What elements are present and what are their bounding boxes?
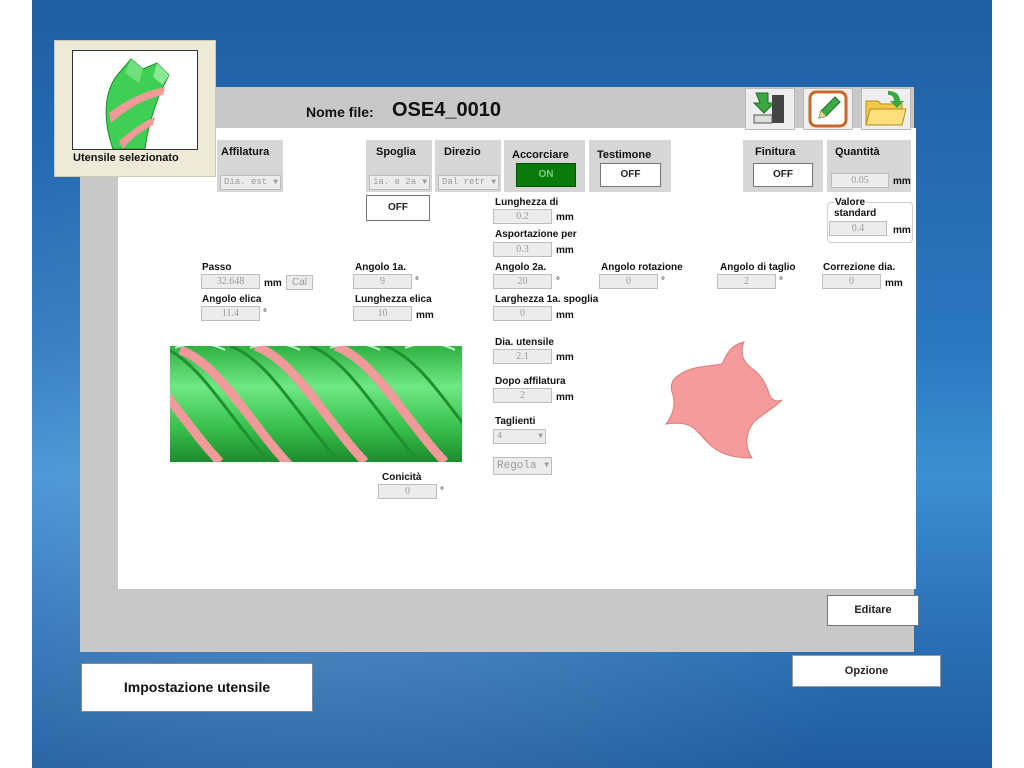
accorciare-toggle-button[interactable]: ON bbox=[516, 163, 576, 187]
lunghezza-di-unit: mm bbox=[556, 212, 574, 223]
valore-standard-input[interactable]: 0.4 bbox=[829, 221, 887, 236]
quantita-label: Quantità bbox=[835, 146, 880, 158]
taglienti-label: Taglienti bbox=[495, 416, 536, 427]
spoglia-select-value: 1a. e 2a bbox=[373, 177, 417, 187]
finitura-label: Finitura bbox=[755, 146, 796, 158]
taglienti-select[interactable]: 4 ▼ bbox=[493, 429, 546, 444]
larghezza-1a-label: Larghezza 1a. spoglia bbox=[495, 294, 599, 305]
angolo-rotazione-unit: ° bbox=[661, 276, 665, 287]
valore-standard-label-2: standard bbox=[834, 208, 877, 219]
lunghezza-elica-label: Lunghezza elica bbox=[355, 294, 432, 305]
passo-label: Passo bbox=[202, 262, 232, 273]
correzione-dia-input[interactable]: 0 bbox=[822, 274, 881, 289]
angolo-elica-input[interactable]: 11.4 bbox=[201, 306, 260, 321]
direzio-select[interactable]: Dal retr ▼ bbox=[438, 175, 499, 190]
dia-utensile-unit: mm bbox=[556, 352, 574, 363]
regola-select[interactable]: Regola ▼ bbox=[493, 457, 552, 475]
quantita-unit: mm bbox=[893, 176, 911, 187]
chevron-down-icon: ▼ bbox=[544, 461, 549, 470]
selected-tool-caption: Utensile selezionato bbox=[73, 152, 179, 164]
angolo-2a-unit: ° bbox=[556, 276, 560, 287]
angolo-1a-label: Angolo 1a. bbox=[355, 262, 407, 273]
quantita-input[interactable]: 0.05 bbox=[831, 173, 889, 188]
chevron-down-icon: ▼ bbox=[491, 178, 496, 187]
lunghezza-di-input[interactable]: 0.2 bbox=[493, 209, 552, 224]
valore-standard-label-1: Valore bbox=[834, 197, 867, 208]
larghezza-1a-unit: mm bbox=[556, 310, 574, 321]
passo-unit: mm bbox=[264, 278, 282, 289]
testimone-label: Testimone bbox=[597, 149, 652, 161]
opzione-button[interactable]: Opzione bbox=[792, 655, 941, 687]
correzione-dia-unit: mm bbox=[885, 278, 903, 289]
chevron-down-icon: ▼ bbox=[538, 432, 543, 441]
impostazione-utensile-button[interactable]: Impostazione utensile bbox=[81, 663, 313, 712]
dia-utensile-input[interactable]: 2.1 bbox=[493, 349, 552, 364]
open-folder-icon[interactable] bbox=[861, 88, 911, 130]
asportazione-input[interactable]: 0.3 bbox=[493, 242, 552, 257]
direzio-select-value: Dal retr bbox=[442, 177, 486, 187]
affilatura-label: Affilatura bbox=[221, 146, 270, 158]
tool-helix-view bbox=[170, 340, 462, 466]
asportazione-label: Asportazione per bbox=[495, 229, 577, 240]
lunghezza-elica-input[interactable]: 10 bbox=[353, 306, 412, 321]
angolo-2a-input[interactable]: 20 bbox=[493, 274, 552, 289]
spoglia-toggle-button[interactable]: OFF bbox=[366, 195, 430, 221]
angolo-1a-input[interactable]: 9 bbox=[353, 274, 412, 289]
correzione-dia-label: Correzione dia. bbox=[823, 262, 896, 273]
selected-tool-card[interactable]: Utensile selezionato bbox=[54, 40, 216, 177]
chevron-down-icon: ▼ bbox=[422, 178, 427, 187]
dopo-affilatura-input[interactable]: 2 bbox=[493, 388, 552, 403]
lunghezza-di-label: Lunghezza di bbox=[495, 197, 559, 208]
angolo-rotazione-label: Angolo rotazione bbox=[601, 262, 683, 273]
regola-select-value: Regola bbox=[497, 460, 537, 472]
angolo-taglio-input[interactable]: 2 bbox=[717, 274, 776, 289]
conicita-unit: ° bbox=[440, 486, 444, 497]
lunghezza-elica-unit: mm bbox=[416, 310, 434, 321]
angolo-elica-label: Angolo elica bbox=[202, 294, 262, 305]
dia-utensile-label: Dia. utensile bbox=[495, 337, 554, 348]
spoglia-select[interactable]: 1a. e 2a ▼ bbox=[369, 175, 430, 190]
testimone-toggle-button[interactable]: OFF bbox=[600, 163, 661, 187]
dopo-affilatura-unit: mm bbox=[556, 392, 574, 403]
direzio-label: Direzio bbox=[444, 146, 481, 158]
machine-export-icon[interactable] bbox=[745, 88, 795, 130]
asportazione-unit: mm bbox=[556, 245, 574, 256]
angolo-rotazione-input[interactable]: 0 bbox=[599, 274, 658, 289]
tool-thumbnail bbox=[72, 50, 198, 150]
larghezza-1a-input[interactable]: 0 bbox=[493, 306, 552, 321]
file-name-label: Nome file: bbox=[306, 104, 374, 120]
valore-standard-unit: mm bbox=[893, 225, 911, 236]
accorciare-label: Accorciare bbox=[512, 149, 569, 161]
angolo-1a-unit: ° bbox=[415, 276, 419, 287]
angolo-2a-label: Angolo 2a. bbox=[495, 262, 547, 273]
edit-pencil-icon[interactable] bbox=[803, 88, 853, 130]
angolo-elica-unit: ° bbox=[263, 308, 267, 319]
chevron-down-icon: ▼ bbox=[273, 178, 278, 187]
file-name-value: OSE4_0010 bbox=[392, 99, 501, 121]
tool-cross-section bbox=[662, 338, 784, 462]
angolo-taglio-label: Angolo di taglio bbox=[720, 262, 796, 273]
affilatura-select-value: Dia. est bbox=[224, 177, 268, 187]
conicita-input[interactable]: 0 bbox=[378, 484, 437, 499]
passo-cal-button[interactable]: Cal bbox=[286, 275, 313, 290]
affilatura-select[interactable]: Dia. est ▼ bbox=[220, 175, 281, 190]
dopo-affilatura-label: Dopo affilatura bbox=[495, 376, 566, 387]
editare-button[interactable]: Editare bbox=[827, 595, 919, 626]
conicita-label: Conicità bbox=[382, 472, 422, 483]
angolo-taglio-unit: ° bbox=[779, 276, 783, 287]
spoglia-label: Spoglia bbox=[376, 146, 416, 158]
passo-input[interactable]: 32.648 bbox=[201, 274, 260, 289]
finitura-toggle-button[interactable]: OFF bbox=[753, 163, 813, 187]
taglienti-select-value: 4 bbox=[497, 431, 503, 441]
